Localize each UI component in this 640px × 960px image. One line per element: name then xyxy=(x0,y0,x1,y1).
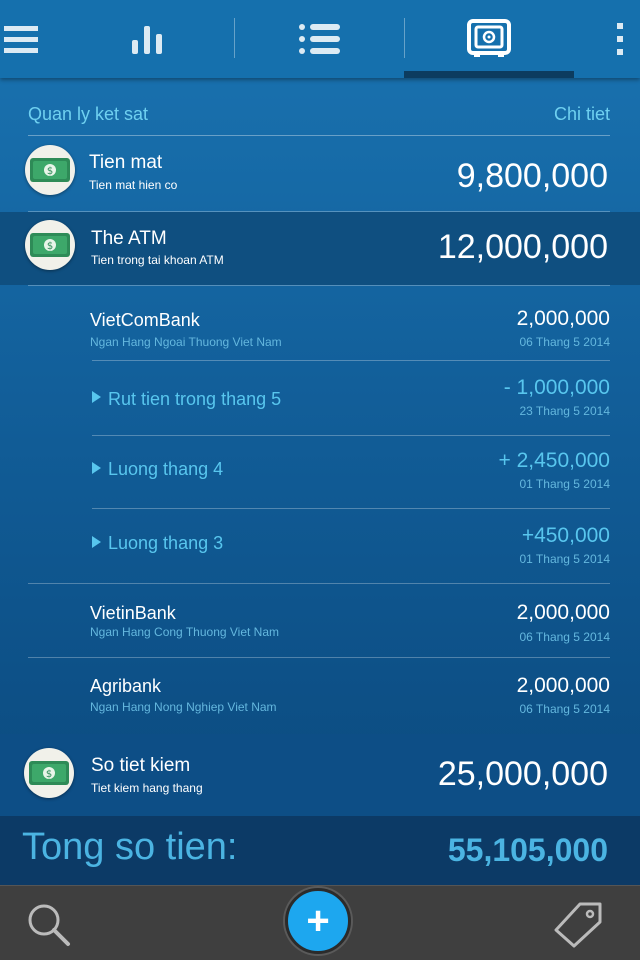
svg-text:$: $ xyxy=(47,166,53,177)
more-icon[interactable] xyxy=(600,0,640,78)
total-bar: Tong so tien: 55,105,000 xyxy=(0,816,640,885)
transaction-date: 01 Thang 5 2014 xyxy=(519,477,610,491)
bank-name: VietComBank xyxy=(90,310,200,330)
transaction-amount: + 2,450,000 xyxy=(498,449,610,472)
transaction-amount: - 1,000,000 xyxy=(503,376,610,399)
chart-icon[interactable] xyxy=(64,0,230,78)
active-tab-indicator xyxy=(404,71,574,78)
svg-text:$: $ xyxy=(47,241,53,252)
bank-amount: 2,000,000 xyxy=(516,601,610,624)
section-title: Quan ly ket sat xyxy=(28,104,149,124)
bank-desc: Ngan Hang Nong Nghiep Viet Nam xyxy=(90,700,277,714)
total-value: 55,105,000 xyxy=(447,832,608,868)
bank-amount: 2,000,000 xyxy=(516,674,610,697)
svg-text:$: $ xyxy=(46,769,52,780)
account-desc: Tiet kiem hang thang xyxy=(91,781,203,795)
tag-icon[interactable] xyxy=(552,900,604,953)
account-name: The ATM xyxy=(91,228,167,249)
bank-item[interactable]: Agribank Ngan Hang Nong Nghiep Viet Nam … xyxy=(28,658,610,733)
transaction-label: Rut tien trong thang 5 xyxy=(108,389,282,409)
money-icon: $ xyxy=(25,145,75,195)
section-header: Quan ly ket sat Chi tiet xyxy=(28,98,610,136)
account-desc: Tien mat hien co xyxy=(89,178,178,192)
total-label: Tong so tien: xyxy=(22,826,238,868)
account-amount: 9,800,000 xyxy=(456,157,608,195)
account-name: So tiet kiem xyxy=(91,755,191,776)
transaction-date: 01 Thang 5 2014 xyxy=(519,552,610,566)
bank-date: 06 Thang 5 2014 xyxy=(519,335,610,349)
transaction-item[interactable]: Luong thang 3 +450,000 01 Thang 5 2014 xyxy=(28,509,610,583)
transaction-amount: +450,000 xyxy=(521,524,610,547)
add-icon: + xyxy=(306,899,330,943)
account-desc: Tien trong tai khoan ATM xyxy=(91,253,224,267)
money-icon: $ xyxy=(24,748,74,798)
account-name: Tien mat xyxy=(89,152,163,173)
account-cash[interactable]: $ Tien mat Tien mat hien co 9,800,000 xyxy=(0,137,640,211)
expand-arrow-icon[interactable] xyxy=(92,536,101,548)
bank-amount: 2,000,000 xyxy=(516,307,610,330)
expand-arrow-icon[interactable] xyxy=(92,391,101,403)
transaction-date: 23 Thang 5 2014 xyxy=(519,404,610,418)
toolbar-divider xyxy=(234,18,235,58)
safe-icon[interactable] xyxy=(404,0,574,78)
detail-link[interactable]: Chi tiet xyxy=(554,104,610,125)
bank-name: VietinBank xyxy=(90,603,176,623)
account-savings[interactable]: $ So tiet kiem Tiet kiem hang thang 25,0… xyxy=(0,734,640,816)
bank-desc: Ngan Hang Ngoai Thuong Viet Nam xyxy=(90,335,282,349)
account-amount: 12,000,000 xyxy=(437,228,608,266)
search-icon[interactable] xyxy=(26,902,72,953)
bank-item[interactable]: VietComBank Ngan Hang Ngoai Thuong Viet … xyxy=(28,286,610,360)
bank-date: 06 Thang 5 2014 xyxy=(519,630,610,644)
transaction-label: Luong thang 3 xyxy=(108,533,224,553)
expand-arrow-icon[interactable] xyxy=(92,462,101,474)
transaction-item[interactable]: Rut tien trong thang 5 - 1,000,000 23 Th… xyxy=(28,361,610,435)
account-amount: 25,000,000 xyxy=(437,755,608,793)
bank-name: Agribank xyxy=(90,676,162,696)
bank-date: 06 Thang 5 2014 xyxy=(519,702,610,716)
list-icon[interactable] xyxy=(236,0,402,78)
menu-icon[interactable] xyxy=(0,0,44,78)
add-button[interactable]: + xyxy=(285,888,351,954)
transaction-label: Luong thang 4 xyxy=(108,459,224,479)
account-atm[interactable]: $ The ATM Tien trong tai khoan ATM 12,00… xyxy=(0,212,640,285)
transaction-item[interactable]: Luong thang 4 + 2,450,000 01 Thang 5 201… xyxy=(28,436,610,508)
top-toolbar xyxy=(0,0,640,78)
bank-desc: Ngan Hang Cong Thuong Viet Nam xyxy=(90,625,280,639)
money-icon: $ xyxy=(25,220,75,270)
bank-item[interactable]: VietinBank Ngan Hang Cong Thuong Viet Na… xyxy=(28,584,610,657)
